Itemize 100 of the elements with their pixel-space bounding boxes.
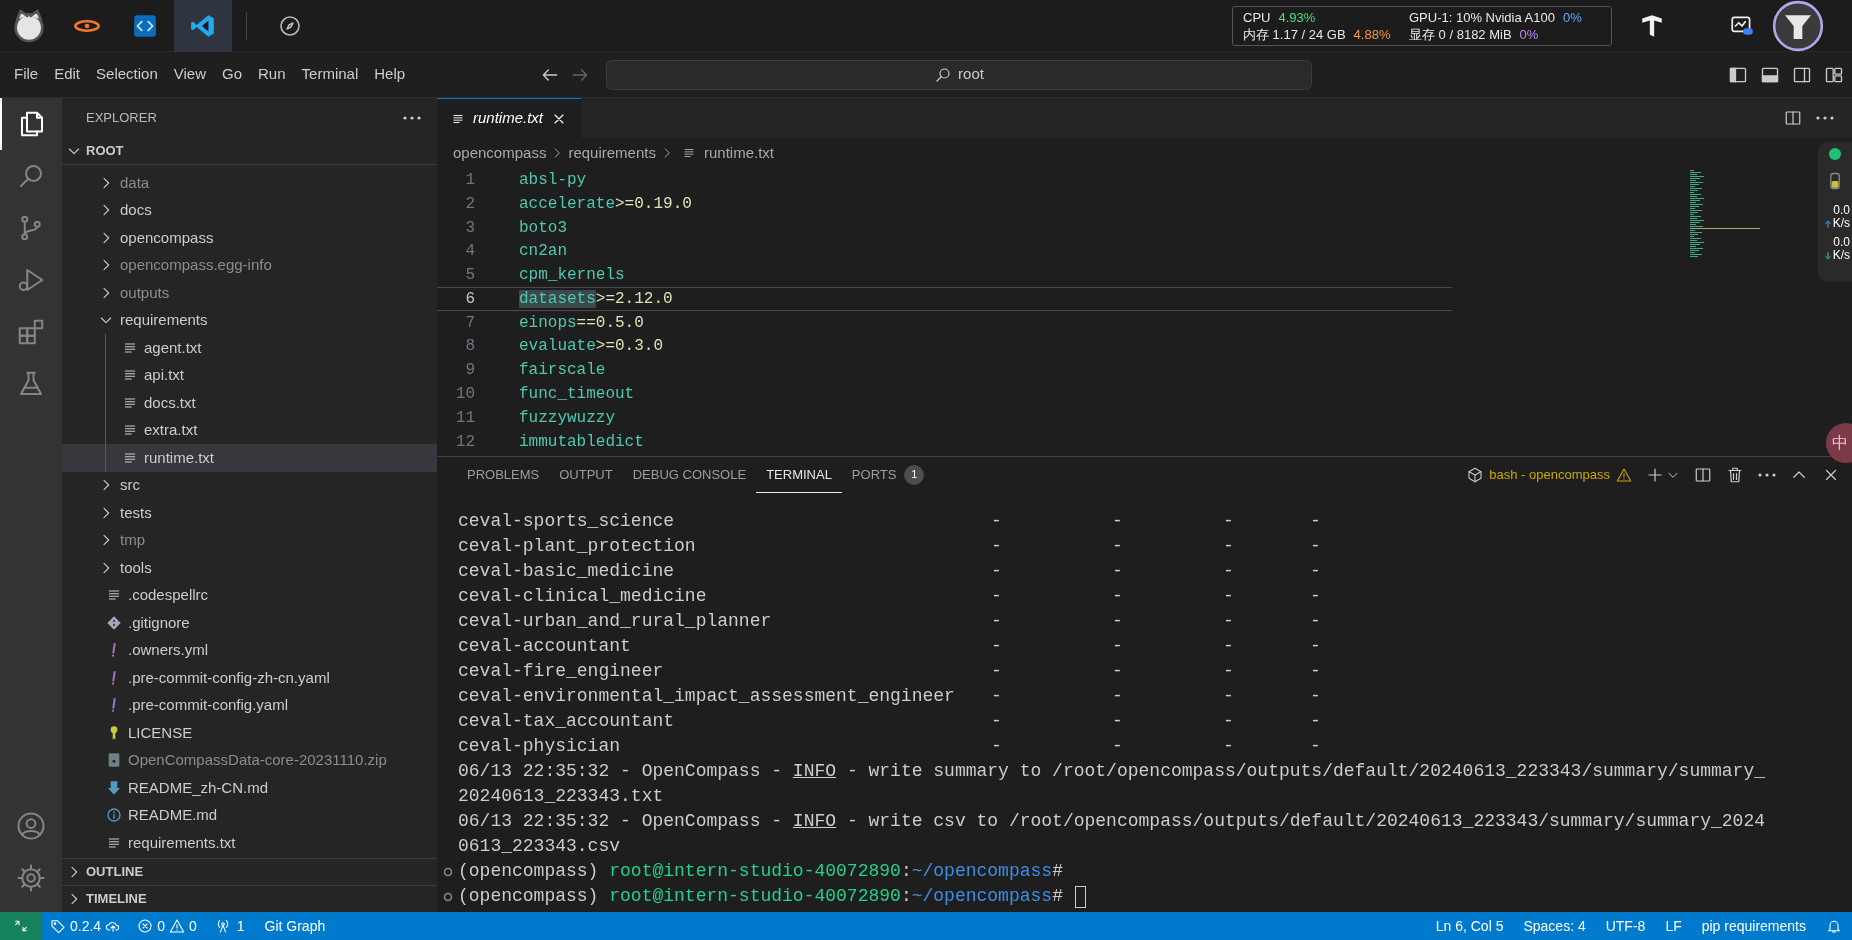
line-number: 5 — [464, 265, 475, 287]
terminal-text: - — [991, 686, 1002, 706]
split-terminal-button[interactable] — [1694, 466, 1712, 484]
code-icon[interactable] — [132, 12, 158, 39]
avatar-icon[interactable] — [1772, 0, 1824, 52]
terminal-text: - — [1310, 561, 1321, 581]
folder-row[interactable]: requirements — [62, 306, 437, 334]
code-line: immutabledict — [519, 431, 644, 453]
file-row[interactable]: .owners.yml — [62, 636, 437, 664]
status-item[interactable]: LF — [1655, 912, 1692, 940]
cube-icon — [1467, 467, 1484, 483]
breadcrumb-item[interactable]: opencompass — [453, 141, 547, 165]
terminal-text: - — [1112, 536, 1123, 556]
editor-app-icon[interactable] — [190, 12, 216, 39]
panel-tab[interactable]: PROBLEMS — [457, 457, 550, 493]
section-header[interactable]: OUTLINE — [62, 858, 437, 885]
command-center-field[interactable]: root — [606, 59, 1312, 90]
terminal-text: ceval-fire_engineer — [458, 660, 665, 683]
menu-item[interactable]: Selection — [88, 59, 166, 90]
folder-row[interactable]: tools — [62, 554, 437, 582]
file-row[interactable]: requirements.txt — [62, 829, 437, 857]
minimap[interactable] — [1690, 170, 1762, 260]
new-terminal-button[interactable] — [1646, 466, 1664, 484]
file-row[interactable]: api.txt — [62, 361, 437, 389]
file-row[interactable]: extra.txt — [62, 416, 437, 444]
code-line: fuzzywuzzy — [519, 407, 615, 429]
file-row[interactable]: .pre-commit-config.yaml — [62, 691, 437, 719]
file-row[interactable]: OpenCompassData-core-20231110.zip — [62, 746, 437, 774]
folder-row[interactable]: src — [62, 471, 437, 499]
breadcrumb-item[interactable]: runtime.txt — [703, 141, 774, 165]
status-item[interactable]: Ln 6, Col 5 — [1425, 912, 1514, 940]
file-row[interactable]: LICENSE — [62, 719, 437, 747]
more-actions-button[interactable] — [1816, 116, 1834, 120]
folder-row[interactable]: docs — [62, 196, 437, 224]
version-button[interactable]: 0.2.4 — [42, 912, 130, 940]
menu-item[interactable]: File — [6, 59, 47, 90]
line-number: 4 — [464, 241, 475, 263]
file-row[interactable]: README.md — [62, 801, 437, 829]
status-item[interactable]: pip requirements — [1691, 912, 1816, 940]
file-row[interactable]: README_zh-CN.md — [62, 774, 437, 802]
terminal-text: - — [1112, 561, 1123, 581]
menu-item[interactable]: Run — [250, 59, 294, 90]
status-item[interactable]: Git Graph — [254, 912, 336, 940]
split-icon — [1784, 109, 1802, 127]
line-number: 11 — [454, 407, 475, 429]
terminal-text: - — [991, 636, 1002, 656]
warning-icon — [168, 918, 185, 934]
ellipsis-icon — [403, 116, 421, 120]
file-row[interactable]: agent.txt — [62, 334, 437, 362]
file-row[interactable]: .codespellrc — [62, 581, 437, 609]
file-row[interactable]: .pre-commit-config-zh-cn.yaml — [62, 664, 437, 692]
ellipsis-icon — [1758, 473, 1776, 477]
ports-button[interactable]: 1 — [204, 912, 255, 940]
line-number: 6 — [464, 288, 475, 310]
terminal-text: - — [1310, 711, 1321, 731]
panel-tab[interactable]: PORTS 1 — [841, 457, 935, 493]
network-unit: K/s — [1832, 217, 1850, 230]
panel-tab[interactable]: OUTPUT — [549, 457, 623, 493]
menu-item[interactable]: Help — [366, 59, 414, 90]
more-actions-button[interactable] — [403, 116, 421, 120]
breadcrumb-item[interactable]: requirements — [568, 141, 656, 165]
monitor-value: 4.88% — [1353, 25, 1391, 43]
search-icon — [934, 65, 953, 84]
code-line: cn2an — [519, 241, 567, 263]
folder-row[interactable]: opencompass.egg-info — [62, 251, 437, 279]
line-number: 8 — [464, 336, 475, 358]
terminal-text: - — [1310, 736, 1321, 756]
bell-icon — [1826, 918, 1842, 934]
status-item[interactable]: UTF-8 — [1595, 912, 1656, 940]
terminal-text: - — [991, 611, 1002, 631]
terminal-text: - — [991, 586, 1002, 606]
terminal-selector[interactable]: bash - opencompass — [1467, 465, 1632, 485]
menu-item[interactable]: Terminal — [293, 59, 367, 90]
file-row[interactable]: runtime.txt — [62, 444, 437, 472]
compass-icon[interactable] — [278, 13, 302, 38]
folder-row[interactable]: tmp — [62, 526, 437, 554]
terminal-text: ceval-plant_protection — [458, 535, 697, 558]
problems-button[interactable]: 0 0 — [129, 912, 205, 940]
folder-row[interactable]: data — [62, 169, 437, 197]
more-actions-button[interactable] — [1758, 473, 1776, 477]
folder-row[interactable]: outputs — [62, 279, 437, 307]
status-item[interactable]: Spaces: 4 — [1513, 912, 1596, 940]
menu-item[interactable]: Go — [214, 59, 250, 90]
panel-tab[interactable]: TERMINAL — [756, 457, 842, 493]
line-number: 2 — [464, 193, 475, 215]
menu-item[interactable]: View — [165, 59, 214, 90]
root-section-header[interactable]: ROOT — [62, 138, 437, 164]
plus-icon — [1646, 466, 1664, 484]
terminal-text: - — [1112, 661, 1123, 681]
editor-tab[interactable]: runtime.txt — [437, 98, 582, 138]
file-row[interactable]: docs.txt — [62, 389, 437, 417]
menu-item[interactable]: Edit — [46, 59, 89, 90]
terminal-text: - — [1112, 711, 1123, 731]
folder-row[interactable]: tests — [62, 499, 437, 527]
folder-row[interactable]: opencompass — [62, 224, 437, 252]
panel-tab[interactable]: DEBUG CONSOLE — [622, 457, 757, 493]
file-row[interactable]: .gitignore — [62, 609, 437, 637]
split-editor-button[interactable] — [1784, 109, 1802, 127]
kill-terminal-button[interactable] — [1726, 466, 1744, 484]
terminal-text: ceval-urban_and_rural_planner — [458, 610, 773, 633]
